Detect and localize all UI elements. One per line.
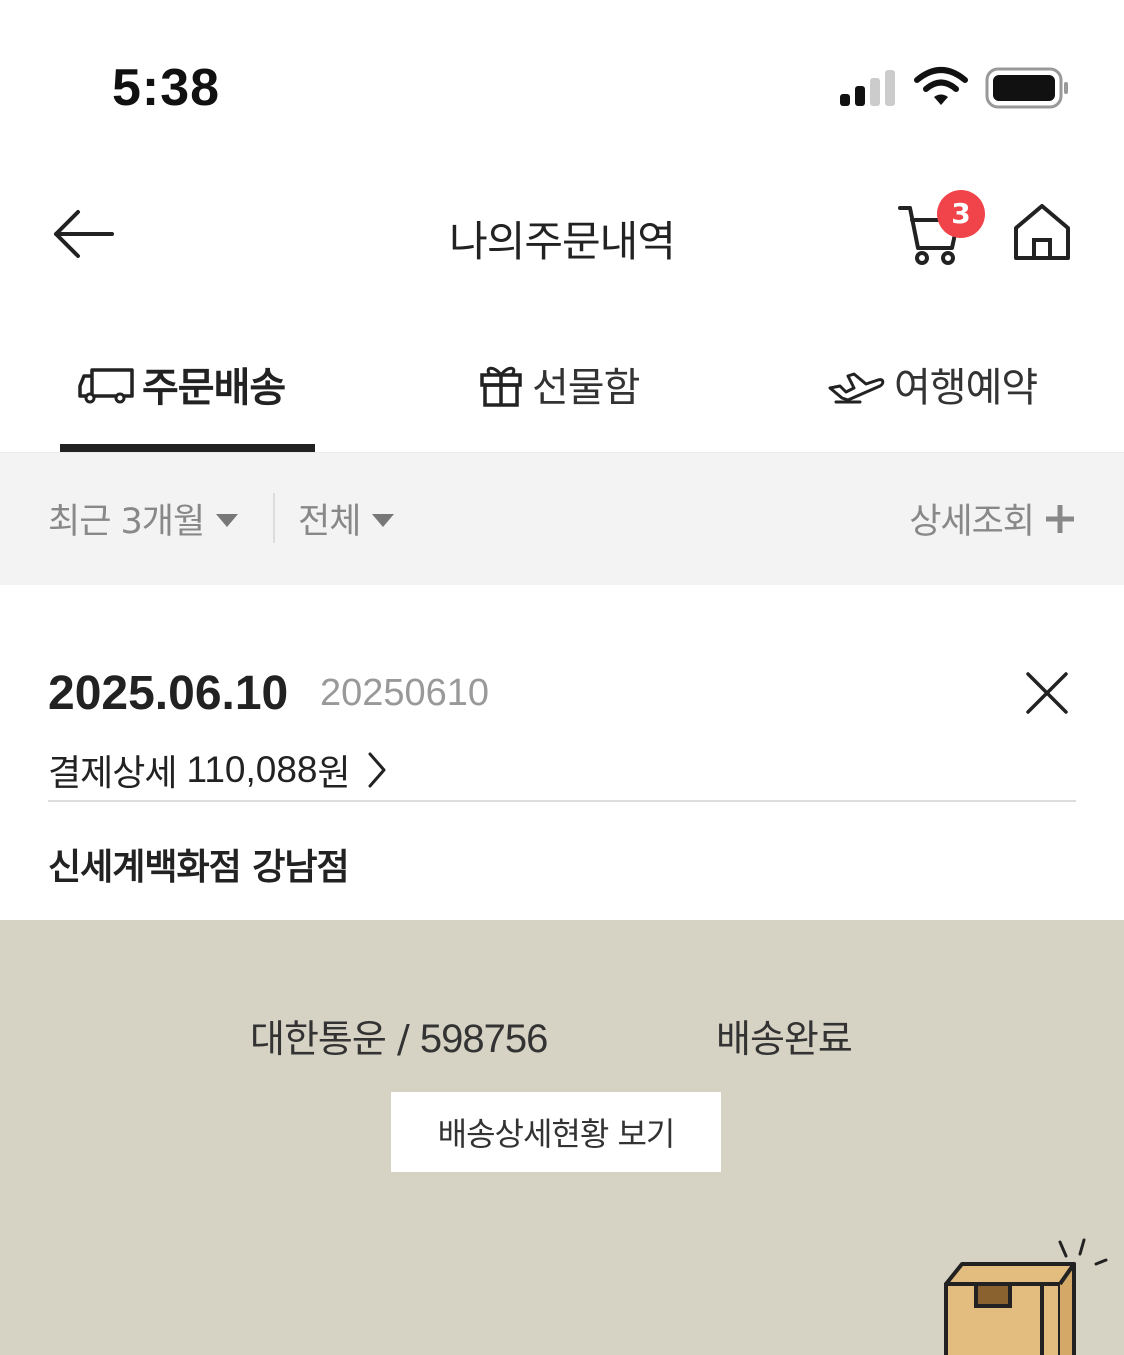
wifi-icon (914, 67, 968, 105)
delivery-panel: 대한통운 / 598756 배송완료 배송상세현황 보기 (0, 920, 1124, 1355)
type-filter-dropdown[interactable]: 전체 (298, 493, 395, 544)
caret-down-icon (372, 514, 395, 527)
card-divider (48, 800, 1076, 802)
store-name: 신세계백화점 강남점 (48, 847, 350, 888)
package-box-icon (944, 1238, 1108, 1355)
detail-search-label: 상세조회 (909, 502, 1035, 542)
truck-icon (78, 368, 134, 404)
chevron-right-icon (368, 752, 386, 788)
courier-separator: / (396, 1017, 410, 1061)
period-filter-label: 최근 3개월 (48, 502, 205, 542)
cart-count-badge: 3 (937, 190, 985, 238)
payment-amount: 110,088 (186, 749, 318, 790)
order-date: 2025.06.10 (48, 667, 289, 720)
airplane-icon (828, 372, 885, 404)
tab-travel-booking[interactable]: 여행예약 (826, 354, 1038, 414)
status-time: 5:38 (112, 59, 221, 117)
detail-search-button[interactable]: 상세조회 (909, 493, 1076, 544)
tracking-detail-button[interactable]: 배송상세현황 보기 (391, 1092, 721, 1172)
order-number: 20250610 (320, 672, 490, 714)
status-bar: 5:38 (0, 0, 1124, 170)
filter-divider (273, 493, 275, 543)
home-icon (1014, 204, 1070, 260)
tab-label: 여행예약 (894, 365, 1038, 411)
type-filter-label: 전체 (298, 502, 361, 542)
payment-unit: 원 (317, 753, 351, 794)
courier-info: 대한통운 / 598756 (250, 1008, 548, 1063)
filter-bar: 최근 3개월 전체 상세조회 (0, 453, 1124, 585)
gift-icon (480, 366, 522, 407)
signal-icon (840, 70, 895, 106)
tab-order-delivery[interactable]: 주문배송 (78, 354, 286, 414)
payment-detail-link[interactable]: 결제상세 110,088 원 (48, 744, 387, 796)
delivery-status: 배송완료 (716, 1017, 853, 1061)
tab-gift-box[interactable]: 선물함 (478, 354, 640, 414)
period-filter-dropdown[interactable]: 최근 3개월 (48, 493, 239, 544)
tracking-number: 598756 (419, 1017, 548, 1061)
tab-label: 선물함 (532, 365, 640, 411)
payment-label: 결제상세 (48, 753, 177, 794)
delete-order-button[interactable] (1022, 668, 1072, 718)
tab-bar: 주문배송 선물함 여행예약 (0, 330, 1124, 455)
plus-icon (1046, 504, 1074, 533)
home-button[interactable] (1010, 200, 1074, 264)
tab-label: 주문배송 (142, 365, 286, 411)
active-tab-indicator (60, 444, 315, 452)
battery-icon (985, 67, 1068, 109)
caret-down-icon (216, 514, 239, 527)
close-icon (1026, 672, 1068, 714)
courier-name: 대한통운 (250, 1017, 387, 1061)
